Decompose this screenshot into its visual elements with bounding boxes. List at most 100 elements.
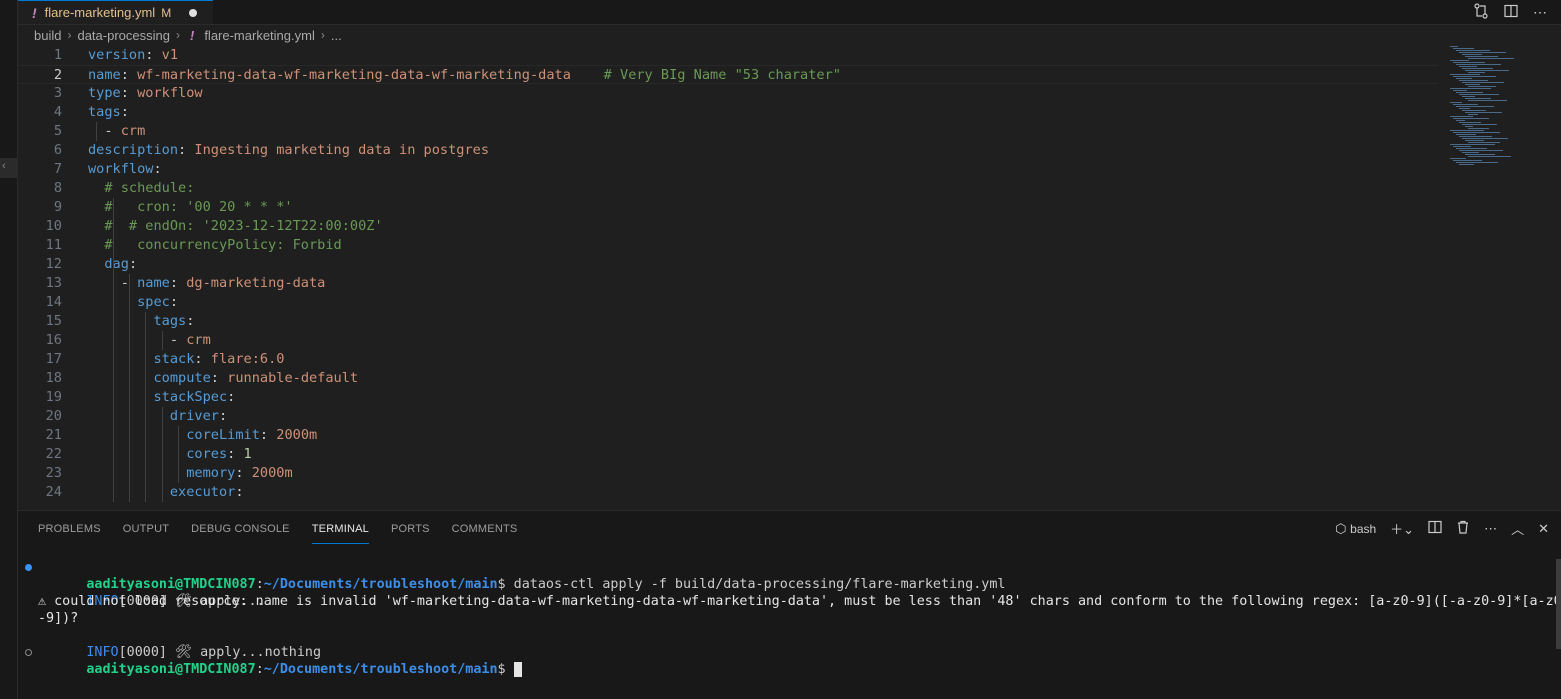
code-line[interactable]: 16 - crm	[18, 331, 1438, 350]
code-line[interactable]: 6 description: Ingesting marketing data i…	[18, 141, 1438, 160]
line-number: 3	[53, 85, 62, 101]
code-line[interactable]: 11 # concurrencyPolicy: Forbid	[18, 236, 1438, 255]
code-token: stack	[153, 351, 195, 367]
more-actions-icon[interactable]: ⋯	[1533, 4, 1547, 21]
minimap-line	[1462, 152, 1479, 153]
code-line[interactable]: 15 tags:	[18, 312, 1438, 331]
minimap-line	[1456, 50, 1490, 51]
code-line[interactable]: 22 cores: 1	[18, 445, 1438, 464]
activity-bar-edge: ‹	[0, 0, 18, 699]
chevron-right-icon: ›	[67, 28, 72, 42]
close-icon[interactable]: ✕	[1538, 521, 1549, 537]
code-line[interactable]: 14 spec:	[18, 293, 1438, 312]
line-number: 24	[45, 484, 62, 500]
tab-problems[interactable]: PROBLEMS	[38, 521, 101, 543]
code-line[interactable]: 21 coreLimit: 2000m	[18, 426, 1438, 445]
panel-tab-list: PROBLEMS OUTPUT DEBUG CONSOLE TERMINAL P…	[38, 521, 539, 544]
code-token: :	[235, 484, 244, 500]
code-line[interactable]: 3 type: workflow	[18, 84, 1438, 103]
code-line[interactable]: 19 stackSpec:	[18, 388, 1438, 407]
code-line[interactable]: 2 name: wf-marketing-data-wf-marketing-da…	[18, 65, 1438, 84]
code-token: coreLimit	[186, 427, 260, 443]
code-line[interactable]: 10 # # endOn: '2023-12-12T22:00:00Z'	[18, 217, 1438, 236]
minimap-line	[1465, 56, 1498, 57]
code-line[interactable]: 7 workflow:	[18, 160, 1438, 179]
trash-icon[interactable]	[1456, 520, 1470, 537]
line-number: 12	[45, 256, 62, 272]
minimap[interactable]	[1440, 46, 1540, 176]
breadcrumb-file[interactable]: flare-marketing.yml	[204, 28, 315, 43]
line-number: 7	[53, 161, 62, 177]
code-token: :	[120, 67, 138, 83]
minimap-line	[1453, 160, 1482, 161]
terminal-scrollbar[interactable]	[1556, 559, 1561, 649]
minimap-line	[1462, 124, 1497, 125]
code-token: flare:6.0	[210, 351, 285, 367]
code-line[interactable]: 20 driver:	[18, 407, 1438, 426]
code-line[interactable]: 24 executor:	[18, 483, 1438, 502]
code-token: :	[259, 427, 277, 443]
editor-tab-bar: ! flare-marketing.yml M ⋯	[18, 0, 1561, 25]
line-number: 20	[45, 408, 62, 424]
command-success-icon[interactable]	[25, 564, 32, 571]
breadcrumb-item[interactable]: data-processing	[77, 28, 170, 43]
code-token: 2000m	[276, 427, 318, 443]
minimap-line	[1462, 68, 1493, 69]
chevron-right-icon: ›	[175, 28, 180, 42]
split-editor-icon[interactable]	[1503, 3, 1519, 22]
minimap-line	[1450, 130, 1484, 131]
code-line[interactable]: 4 tags:	[18, 103, 1438, 122]
minimap-line	[1456, 162, 1498, 163]
new-terminal-icon[interactable]: ＋⌄	[1390, 519, 1414, 538]
line-number: 23	[45, 465, 62, 481]
minimap-line	[1462, 138, 1508, 139]
code-text: executor:	[88, 483, 244, 502]
breadcrumb-more[interactable]: ...	[331, 28, 342, 43]
code-token: -	[88, 332, 187, 348]
code-text: # cron: '00 20 * * *'	[88, 198, 292, 217]
code-token: :	[169, 294, 179, 310]
minimap-line	[1453, 146, 1471, 147]
minimap-line	[1450, 60, 1469, 61]
tab-comments[interactable]: COMMENTS	[452, 521, 518, 543]
more-actions-icon[interactable]: ⋯	[1484, 521, 1497, 537]
code-line[interactable]: 9 # cron: '00 20 * * *'	[18, 198, 1438, 217]
split-terminal-icon[interactable]	[1428, 520, 1442, 537]
code-line[interactable]: 12 dag:	[18, 255, 1438, 274]
code-line[interactable]: 8 # schedule:	[18, 179, 1438, 198]
tab-output[interactable]: OUTPUT	[123, 521, 169, 543]
unsaved-dot-icon[interactable]	[189, 8, 198, 17]
code-token: :	[120, 85, 138, 101]
code-text: stack: flare:6.0	[88, 350, 284, 369]
minimap-line	[1468, 114, 1478, 115]
code-token: # Very BIg Name "53 charater"	[603, 67, 841, 83]
chevron-up-icon[interactable]: ︿	[1511, 519, 1524, 538]
code-line[interactable]: 5 - crm	[18, 122, 1438, 141]
code-text: memory: 2000m	[88, 464, 292, 483]
code-line[interactable]: 23 memory: 2000m	[18, 464, 1438, 483]
code-line[interactable]: 1 version: v1	[18, 46, 1438, 65]
code-line[interactable]: 13 - name: dg-marketing-data	[18, 274, 1438, 293]
breadcrumb-item[interactable]: build	[34, 28, 61, 43]
minimap-line	[1468, 100, 1507, 101]
git-compare-icon[interactable]	[1473, 2, 1489, 22]
code-token: crm	[120, 123, 146, 139]
code-token: cores	[186, 446, 228, 462]
code-editor[interactable]: 1 version: v1 2 name: wf-marketing-data-wf-…	[18, 46, 1558, 509]
tab-ports[interactable]: PORTS	[391, 521, 430, 543]
code-line[interactable]: 18 compute: runnable-default	[18, 369, 1438, 388]
tab-flare-marketing[interactable]: ! flare-marketing.yml M	[18, 0, 213, 24]
code-text: - crm	[88, 331, 211, 350]
code-line[interactable]: 17 stack: flare:6.0	[18, 350, 1438, 369]
code-token: # concurrencyPolicy: Forbid	[104, 237, 342, 253]
line-number: 2	[53, 67, 62, 83]
tab-terminal[interactable]: TERMINAL	[311, 521, 369, 544]
code-token: :	[227, 446, 244, 462]
minimap-line	[1465, 84, 1480, 85]
tab-debug-console[interactable]: DEBUG CONSOLE	[191, 521, 290, 543]
breadcrumb: build › data-processing › ! flare-market…	[34, 26, 342, 44]
code-token: :	[128, 256, 138, 272]
activity-bar-indicator[interactable]: ‹	[0, 158, 17, 178]
terminal-shell-selector[interactable]: ⬡ bash	[1335, 521, 1376, 537]
